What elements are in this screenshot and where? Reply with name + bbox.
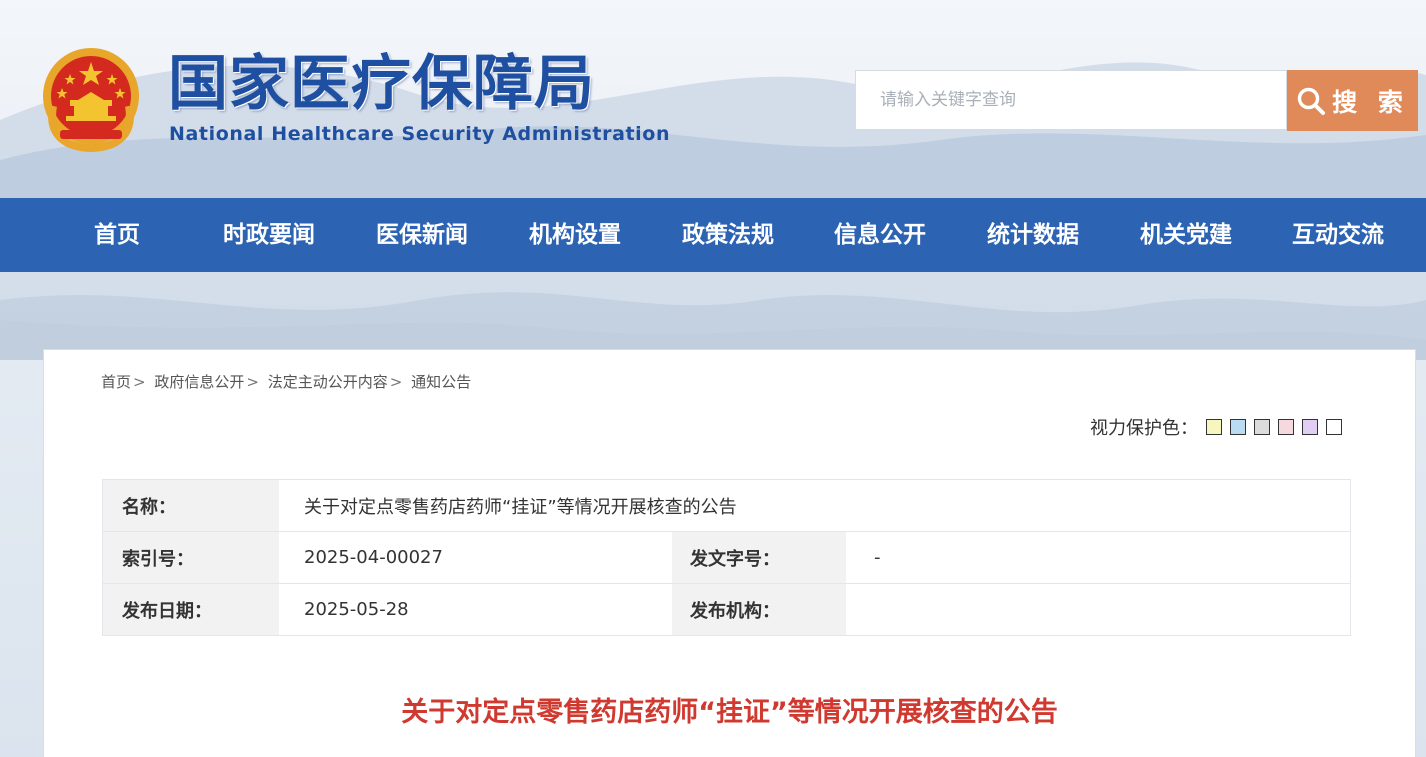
nav-item-politics-news[interactable]: 时政要闻 [223,198,315,272]
breadcrumb-notices[interactable]: 通知公告 [411,373,471,391]
meta-doc-no-label: 发文字号： [672,531,846,584]
meta-index-label: 索引号： [102,531,279,584]
search-input[interactable] [855,70,1287,130]
swatch-gray[interactable] [1254,419,1270,435]
nav-item-policies[interactable]: 政策法规 [682,198,774,272]
nav-item-healthcare-news[interactable]: 医保新闻 [376,198,468,272]
nav-item-statistics[interactable]: 统计数据 [987,198,1079,272]
site-title: 国家医疗保障局 [168,49,595,119]
meta-org-label: 发布机构： [672,583,846,636]
nav-item-party-building[interactable]: 机关党建 [1140,198,1232,272]
nav-item-organization[interactable]: 机构设置 [529,198,621,272]
swatch-purple[interactable] [1302,419,1318,435]
meta-date-value: 2025-05-28 [279,583,672,636]
nav-item-info-disclosure[interactable]: 信息公开 [834,198,926,272]
swatch-blue[interactable] [1230,419,1246,435]
search-icon [1297,87,1326,115]
search-button[interactable]: 搜 索 [1287,70,1418,131]
breadcrumb-gov-info[interactable]: 政府信息公开 [154,373,244,391]
document-meta-table: 名称： 关于对定点零售药店药师“挂证”等情况开展核查的公告 索引号： 2025-… [102,479,1351,636]
meta-doc-no-value: - [846,531,1351,584]
table-row: 名称： 关于对定点零售药店药师“挂证”等情况开展核查的公告 [102,479,1351,532]
site-header: 国家医疗保障局 National Healthcare Security Adm… [0,0,1426,198]
nav-item-home[interactable]: 首页 [94,198,140,272]
meta-date-label: 发布日期： [102,583,279,636]
meta-index-value: 2025-04-00027 [279,531,672,584]
breadcrumb-separator: > [389,373,403,391]
search-button-label: 搜 索 [1332,87,1409,117]
breadcrumb: 首页 > 政府信息公开 > 法定主动公开内容 > 通知公告 [101,371,471,392]
breadcrumb-separator: > [133,373,146,391]
article-title: 关于对定点零售药店药师“挂证”等情况开展核查的公告 [401,697,1058,728]
swatch-yellow[interactable] [1206,419,1222,435]
breadcrumb-home[interactable]: 首页 [101,373,131,391]
meta-name-value: 关于对定点零售药店药师“挂证”等情况开展核查的公告 [279,479,1351,532]
national-emblem-icon [43,48,139,152]
main-nav: 首页 时政要闻 医保新闻 机构设置 政策法规 信息公开 统计数据 机关党建 互动… [0,198,1426,272]
swatch-white[interactable] [1326,419,1342,435]
swatch-pink[interactable] [1278,419,1294,435]
nav-item-interaction[interactable]: 互动交流 [1292,198,1384,272]
eye-protection-colors: 视力保护色： [1090,414,1342,440]
breadcrumb-statutory-content[interactable]: 法定主动公开内容 [268,373,388,391]
meta-org-value [846,583,1351,636]
table-row: 索引号： 2025-04-00027 发文字号： - [102,531,1351,584]
table-row: 发布日期： 2025-05-28 发布机构： [102,583,1351,636]
eye-protection-label: 视力保护色： [1090,418,1198,439]
site-subtitle: National Healthcare Security Administrat… [169,123,671,145]
meta-name-label: 名称： [102,479,279,532]
breadcrumb-separator: > [246,373,259,391]
content-panel: 首页 > 政府信息公开 > 法定主动公开内容 > 通知公告 视力保护色： 名称： 关于… [43,349,1416,757]
